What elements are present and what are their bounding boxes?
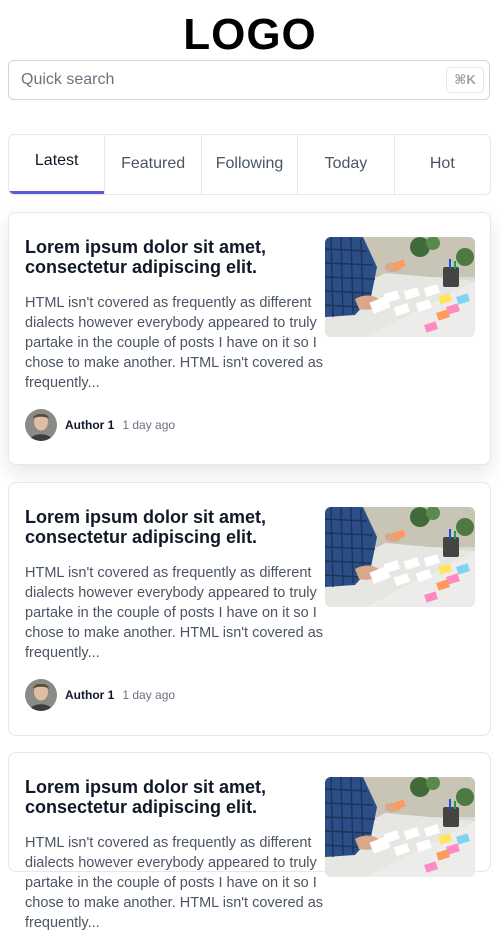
author-avatar[interactable] [25, 409, 57, 441]
tab-label: Today [324, 154, 368, 172]
keyboard-shortcut-badge: ⌘K [446, 67, 484, 93]
post-meta: Author 1 1 day ago [25, 409, 175, 441]
post-excerpt: HTML isn't covered as frequently as diff… [25, 295, 324, 391]
post-card[interactable]: Lorem ipsum dolor sit amet, consectetur … [8, 212, 491, 465]
search-input[interactable] [9, 71, 446, 89]
tab-today[interactable]: Today [297, 135, 393, 194]
post-title[interactable]: Lorem ipsum dolor sit amet, consectetur … [25, 237, 315, 277]
post-time: 1 day ago [122, 688, 176, 702]
tab-label: Hot [429, 154, 455, 172]
author-name[interactable]: Author 1 [65, 688, 114, 702]
post-title[interactable]: Lorem ipsum dolor sit amet, consectetur … [25, 507, 315, 547]
feed-tabs: Latest Featured Following Today Hot [8, 134, 491, 195]
post-thumbnail[interactable] [325, 777, 475, 877]
logo[interactable]: LOGO [0, 0, 500, 60]
author-name[interactable]: Author 1 [65, 418, 114, 432]
tab-label: Following [215, 154, 284, 172]
post-excerpt: HTML isn't covered as frequently as diff… [25, 565, 324, 661]
post-thumbnail[interactable] [325, 237, 475, 337]
post-card[interactable]: Lorem ipsum dolor sit amet, consectetur … [8, 482, 491, 736]
author-avatar[interactable] [25, 679, 57, 711]
post-title[interactable]: Lorem ipsum dolor sit amet, consectetur … [25, 777, 315, 817]
tab-following[interactable]: Following [200, 135, 297, 194]
tab-latest[interactable]: Latest [9, 135, 105, 194]
tab-label: Latest [34, 151, 79, 169]
tab-hot[interactable]: Hot [393, 135, 490, 194]
post-meta: Author 1 1 day ago [25, 679, 175, 711]
tab-label: Featured [121, 154, 186, 172]
search-bar[interactable]: ⌘K [8, 60, 490, 100]
post-excerpt: HTML isn't covered as frequently as diff… [25, 835, 324, 931]
post-time: 1 day ago [122, 418, 176, 432]
post-card[interactable]: Lorem ipsum dolor sit amet, consectetur … [8, 752, 491, 931]
tab-featured[interactable]: Featured [104, 135, 200, 194]
post-thumbnail[interactable] [325, 507, 475, 607]
